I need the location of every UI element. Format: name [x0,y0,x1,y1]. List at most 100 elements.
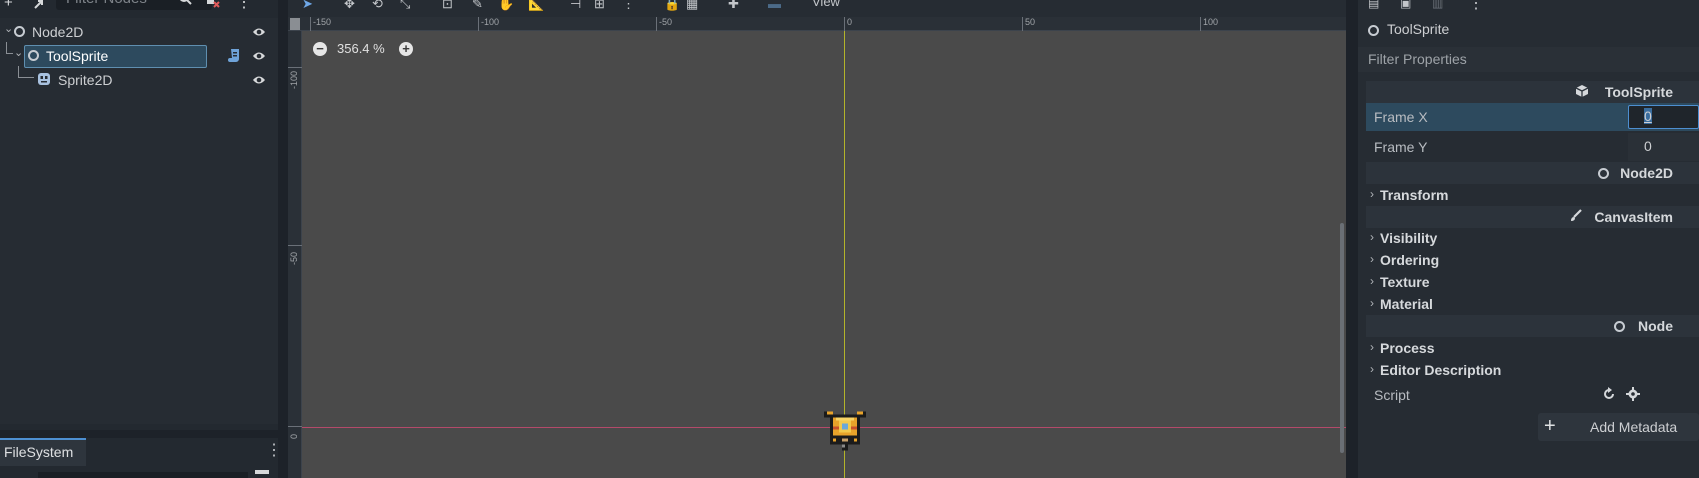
section-toolsprite: ToolSprite [1366,81,1699,103]
ruler-vertical[interactable]: -100 -50 0 [288,31,302,478]
section-title: CanvasItem [1594,209,1673,225]
move-mode-icon[interactable]: ✥ [344,0,355,12]
canvas-viewport[interactable]: -150 -100 -50 0 50 100 -100 -50 0 − 356.… [288,17,1346,478]
clear-script-icon[interactable] [206,0,220,12]
filesystem-path-input[interactable] [38,472,248,478]
tree-item-toolsprite[interactable]: ⌄ ToolSprite [0,42,278,68]
reload-icon[interactable] [1602,387,1616,404]
property-label: Script [1374,387,1410,403]
pan-icon[interactable]: ✋ [498,0,514,12]
category-editor-description[interactable]: › Editor Description [1366,360,1699,380]
scene-toolbar: + Filter Nodes ⋮ [0,0,278,14]
plus-icon: + [1544,415,1556,437]
tab-filesystem[interactable]: FileSystem [0,438,86,466]
inspector-splitter[interactable] [1346,0,1358,478]
category-visibility[interactable]: › Visibility [1366,228,1699,248]
tree-item-label: ToolSprite [46,48,109,64]
property-frame-x[interactable]: Frame X 0 [1366,103,1699,131]
category-transform[interactable]: › Transform [1366,185,1699,205]
scene-tree: ⌄ Node2D ⌄ ToolSprite Sprite2D [0,18,278,424]
node2d-icon [28,50,39,61]
category-texture[interactable]: › Texture [1366,272,1699,292]
grid-snap-icon[interactable]: ⊞ [594,0,605,12]
viewport-vertical-scrollbar[interactable] [1340,223,1344,453]
more-options-icon[interactable]: ⋮ [236,0,252,12]
ruler-label: -50 [659,17,673,27]
viewport-toolbar: ➤ ✥ ⟲ ⤡ ⊡ ✎ ✋ 📐 ⊣ ⊞ ⋮ 🔒 ▦ ✚ ▬ View [288,0,1346,17]
tool-sprite-image[interactable] [821,408,869,454]
ruler-label: -100 [481,17,500,27]
filter-properties-input[interactable]: Filter Properties [1358,47,1699,72]
section-title: Node [1638,318,1673,334]
script-class-icon [1575,84,1589,101]
group-icon[interactable]: ▦ [686,0,698,12]
instance-scene-icon[interactable] [32,0,46,16]
add-node-icon[interactable]: + [4,0,13,11]
zoom-out-button[interactable]: − [313,42,327,56]
category-material[interactable]: › Material [1366,294,1699,314]
select-mode-icon[interactable]: ➤ [302,0,313,12]
category-ordering[interactable]: › Ordering [1366,250,1699,270]
dock-splitter[interactable] [278,0,288,478]
category-label: Visibility [1380,230,1438,246]
script-gear-icon[interactable] [1626,387,1640,404]
smart-snap-icon[interactable]: ⊣ [570,0,581,12]
visibility-eye-icon[interactable] [252,73,268,89]
script-icon[interactable] [228,48,242,67]
node2d-icon [1368,25,1379,36]
ruler-tick [844,17,845,31]
frame-y-input[interactable]: 0 [1628,133,1699,161]
add-metadata-button[interactable]: + Add Metadata [1538,413,1699,441]
visibility-eye-icon[interactable] [252,25,268,41]
pivot-icon[interactable]: ✎ [472,0,483,12]
tree-connector [18,66,34,78]
ruler-tick [288,245,302,246]
zoom-in-button[interactable]: + [399,42,413,56]
chevron-down-icon[interactable]: ⌄ [14,46,23,59]
section-title: Node2D [1620,165,1673,181]
ruler-tick [1200,17,1201,31]
inspector-dock: ▤ ▣ ▥ ⋮ ToolSprite Filter Properties Too… [1358,0,1699,478]
ruler-label: -50 [289,251,299,265]
section-node2d: Node2D [1366,162,1699,184]
split-mode-icon[interactable] [255,470,269,474]
tree-item-sprite2d[interactable]: Sprite2D [0,66,278,92]
frame-y-value: 0 [1644,138,1652,154]
tree-item-node2d[interactable]: ⌄ Node2D [0,20,278,44]
snap-options-icon[interactable]: ⋮ [622,0,635,12]
rotate-mode-icon[interactable]: ⟲ [372,0,383,12]
more-options-icon[interactable]: ⋮ [1468,0,1484,13]
inspector-object-path[interactable]: ToolSprite [1358,18,1699,42]
chevron-right-icon: › [1370,187,1374,201]
node2d-icon [14,26,25,37]
chevron-down-icon[interactable]: ⌄ [4,22,13,35]
ruler-label: 0 [847,17,853,27]
object-name: ToolSprite [1387,21,1450,37]
bone-icon[interactable]: ✚ [728,0,739,12]
property-frame-y[interactable]: Frame Y 0 [1366,133,1699,161]
ruler-horizontal[interactable]: -150 -100 -50 0 50 100 [288,17,1346,31]
tree-item-label: Sprite2D [58,72,113,88]
load-resource-icon[interactable]: ▣ [1400,0,1411,10]
scale-mode-icon[interactable]: ⤡ [400,0,410,12]
ruler-icon[interactable]: 📐 [528,0,544,12]
ruler-tick [656,17,657,31]
new-resource-icon[interactable]: ▤ [1368,0,1379,10]
tree-item-label: Node2D [32,24,84,40]
lock-icon[interactable]: 🔒 [664,0,680,12]
visibility-eye-icon[interactable] [252,49,268,65]
category-process[interactable]: › Process [1366,338,1699,358]
save-resource-icon[interactable]: ▥ [1432,0,1443,10]
zoom-reset-button[interactable]: 356.4 % [337,41,385,56]
property-label: Frame X [1374,109,1428,125]
node-icon [1614,321,1625,332]
chevron-right-icon: › [1370,340,1374,354]
property-script[interactable]: Script [1366,381,1699,409]
tree-connector [6,42,13,54]
chevron-right-icon: › [1370,252,1374,266]
camera-override-icon[interactable]: ▬ [768,0,781,11]
frame-x-input[interactable]: 0 [1628,105,1699,129]
chevron-right-icon: › [1370,296,1374,310]
view-menu[interactable]: View [812,0,840,9]
selectable-nodes-icon[interactable]: ⊡ [442,0,453,12]
